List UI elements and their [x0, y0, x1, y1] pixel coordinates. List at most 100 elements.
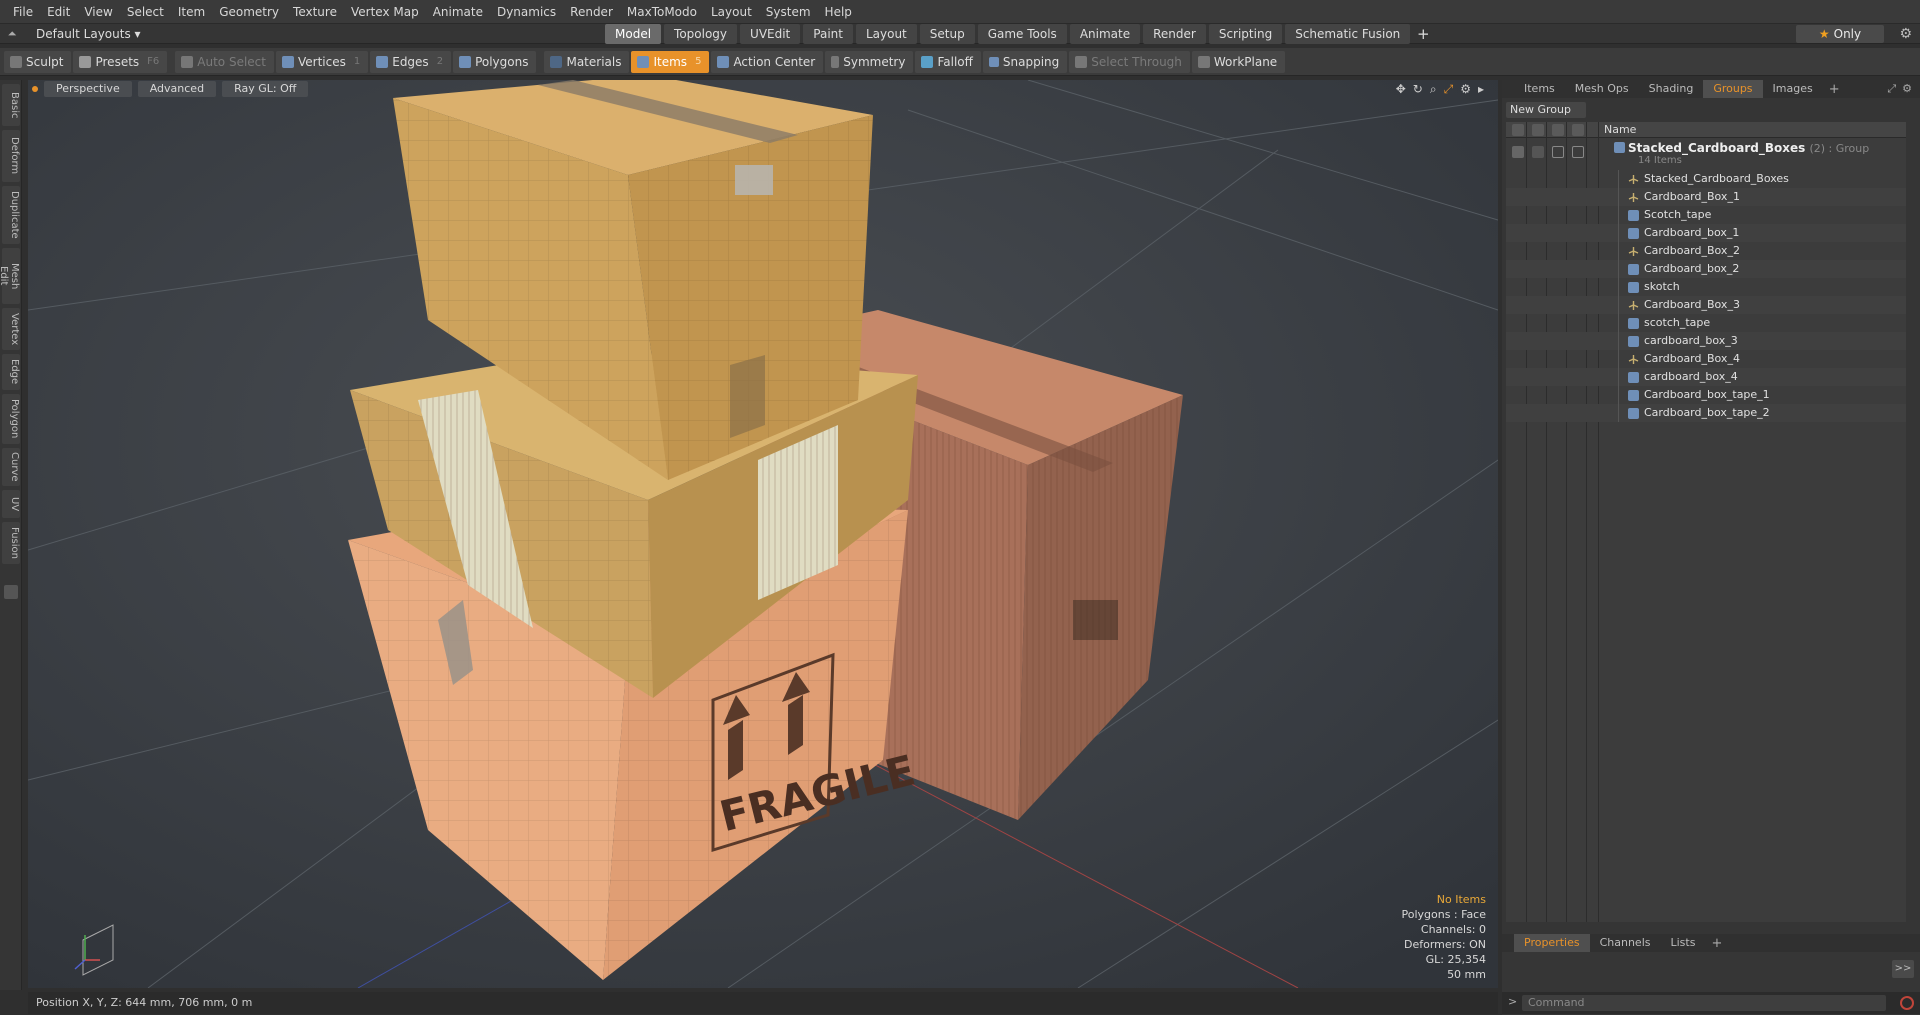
- polygons-button[interactable]: Polygons: [453, 50, 537, 73]
- list-item[interactable]: Cardboard_box_tape_2: [1506, 404, 1906, 422]
- view-more-icon[interactable]: ▸: [1478, 82, 1484, 97]
- expand-button[interactable]: >>: [1892, 960, 1914, 978]
- edges-button[interactable]: Edges 2: [370, 50, 452, 73]
- perspective-button[interactable]: Perspective: [44, 81, 132, 97]
- list-item[interactable]: Cardboard_Box_1: [1506, 188, 1906, 206]
- left-tab-basic[interactable]: Basic: [2, 84, 20, 126]
- lock-column-icon[interactable]: [1552, 124, 1564, 136]
- add-tab-icon[interactable]: +: [1413, 24, 1433, 44]
- list-item[interactable]: Cardboard_box_tape_1: [1506, 386, 1906, 404]
- left-tab-uv[interactable]: UV: [2, 490, 20, 518]
- menu-dynamics[interactable]: Dynamics: [490, 0, 563, 24]
- select-checkbox[interactable]: [1572, 146, 1584, 158]
- strip-toggle-button[interactable]: [4, 585, 18, 599]
- command-history-icon[interactable]: >: [1508, 995, 1517, 1008]
- left-tab-curve[interactable]: Curve: [2, 448, 20, 486]
- list-item[interactable]: cardboard_box_4: [1506, 368, 1906, 386]
- eye-icon[interactable]: [1512, 146, 1524, 158]
- action-center-button[interactable]: Action Center: [711, 50, 824, 73]
- render-toggle-icon[interactable]: [1532, 146, 1544, 158]
- symmetry-button[interactable]: Symmetry: [825, 50, 914, 73]
- workplane-button[interactable]: WorkPlane: [1191, 50, 1286, 73]
- left-tab-duplicate[interactable]: Duplicate: [2, 186, 20, 244]
- panel-tab-items[interactable]: Items: [1514, 80, 1565, 98]
- list-item[interactable]: Cardboard_Box_3: [1506, 296, 1906, 314]
- select-column-icon[interactable]: [1572, 124, 1584, 136]
- panel-gear-icon[interactable]: ⚙: [1902, 82, 1912, 96]
- list-item[interactable]: Cardboard_box_2: [1506, 260, 1906, 278]
- list-item[interactable]: Cardboard_Box_2: [1506, 242, 1906, 260]
- presets-button[interactable]: Presets F6: [73, 50, 168, 73]
- list-item[interactable]: cardboard_box_3: [1506, 332, 1906, 350]
- left-tab-deform[interactable]: Deform: [2, 130, 20, 182]
- list-item[interactable]: Scotch_tape: [1506, 206, 1906, 224]
- list-item[interactable]: skotch: [1506, 278, 1906, 296]
- menu-animate[interactable]: Animate: [426, 0, 490, 24]
- tab-paint[interactable]: Paint: [803, 24, 853, 44]
- items-button[interactable]: Items 5: [631, 50, 710, 73]
- layout-toggle-icon[interactable]: ⏶: [0, 27, 24, 41]
- list-item[interactable]: Cardboard_box_1: [1506, 224, 1906, 242]
- props-tab-lists[interactable]: Lists: [1661, 934, 1706, 952]
- props-tab-properties[interactable]: Properties: [1514, 934, 1590, 952]
- stop-icon[interactable]: [1900, 996, 1914, 1010]
- add-panel-tab-icon[interactable]: +: [1823, 82, 1846, 97]
- menu-texture[interactable]: Texture: [286, 0, 344, 24]
- viewport-menu-dot[interactable]: [32, 86, 38, 92]
- list-item[interactable]: scotch_tape: [1506, 314, 1906, 332]
- raygl-button[interactable]: Ray GL: Off: [222, 81, 309, 97]
- menu-geometry[interactable]: Geometry: [212, 0, 286, 24]
- list-item[interactable]: Cardboard_Box_4: [1506, 350, 1906, 368]
- tab-animate[interactable]: Animate: [1069, 24, 1141, 44]
- auto-select-button[interactable]: Auto Select: [175, 50, 274, 73]
- visibility-column-icon[interactable]: [1512, 124, 1524, 136]
- select-through-button[interactable]: Select Through: [1069, 50, 1190, 73]
- move-view-icon[interactable]: ✥: [1396, 82, 1406, 97]
- maximize-icon[interactable]: ⤢: [1887, 82, 1896, 96]
- tab-game-tools[interactable]: Game Tools: [977, 24, 1067, 44]
- panel-tab-shading[interactable]: Shading: [1639, 80, 1704, 98]
- left-tab-edge[interactable]: Edge: [2, 354, 20, 390]
- fit-view-icon[interactable]: ⤢: [1444, 82, 1454, 97]
- panel-tab-groups[interactable]: Groups: [1703, 80, 1763, 98]
- menu-file[interactable]: File: [6, 0, 40, 24]
- lock-checkbox[interactable]: [1552, 146, 1564, 158]
- menu-select[interactable]: Select: [120, 0, 171, 24]
- tab-render[interactable]: Render: [1143, 24, 1206, 44]
- layout-selector[interactable]: Default Layouts ▾: [24, 27, 154, 41]
- 3d-viewport[interactable]: FRAGILE Perspective Advanced Ray GL: Off…: [28, 80, 1498, 988]
- menu-system[interactable]: System: [759, 0, 818, 24]
- materials-button[interactable]: Materials: [544, 50, 630, 73]
- group-row[interactable]: Stacked_Cardboard_Boxes (2) : Group 14 I…: [1506, 138, 1906, 166]
- tab-layout[interactable]: Layout: [855, 24, 917, 44]
- left-tab-vertex[interactable]: Vertex: [2, 308, 20, 350]
- add-props-tab-icon[interactable]: +: [1705, 936, 1728, 951]
- command-input[interactable]: Command: [1522, 995, 1886, 1011]
- view-settings-icon[interactable]: ⚙: [1460, 82, 1471, 97]
- vertices-button[interactable]: Vertices 1: [275, 50, 369, 73]
- tab-schematic-fusion[interactable]: Schematic Fusion: [1285, 24, 1411, 44]
- panel-tab-images[interactable]: Images: [1763, 80, 1823, 98]
- tab-scripting[interactable]: Scripting: [1208, 24, 1283, 44]
- menu-layout[interactable]: Layout: [704, 0, 759, 24]
- new-group-button[interactable]: New Group: [1506, 102, 1586, 118]
- props-tab-channels[interactable]: Channels: [1590, 934, 1661, 952]
- only-button[interactable]: ★ Only: [1796, 25, 1884, 43]
- tab-model[interactable]: Model: [605, 24, 662, 44]
- menu-view[interactable]: View: [77, 0, 119, 24]
- snapping-button[interactable]: Snapping: [982, 50, 1068, 73]
- list-item[interactable]: Stacked_Cardboard_Boxes: [1506, 170, 1906, 188]
- tab-uvedit[interactable]: UVEdit: [740, 24, 801, 44]
- menu-maxtomodo[interactable]: MaxToModo: [620, 0, 704, 24]
- panel-tab-mesh-ops[interactable]: Mesh Ops: [1565, 80, 1639, 98]
- render-column-icon[interactable]: [1532, 124, 1544, 136]
- left-tab-polygon[interactable]: Polygon: [2, 394, 20, 444]
- menu-item[interactable]: Item: [171, 0, 212, 24]
- left-tab-fusion[interactable]: Fusion: [2, 522, 20, 564]
- zoom-view-icon[interactable]: ⌕: [1430, 82, 1437, 97]
- rotate-view-icon[interactable]: ↻: [1413, 82, 1423, 97]
- falloff-button[interactable]: Falloff: [915, 50, 981, 73]
- menu-render[interactable]: Render: [563, 0, 620, 24]
- sculpt-button[interactable]: Sculpt: [4, 50, 72, 73]
- menu-edit[interactable]: Edit: [40, 0, 77, 24]
